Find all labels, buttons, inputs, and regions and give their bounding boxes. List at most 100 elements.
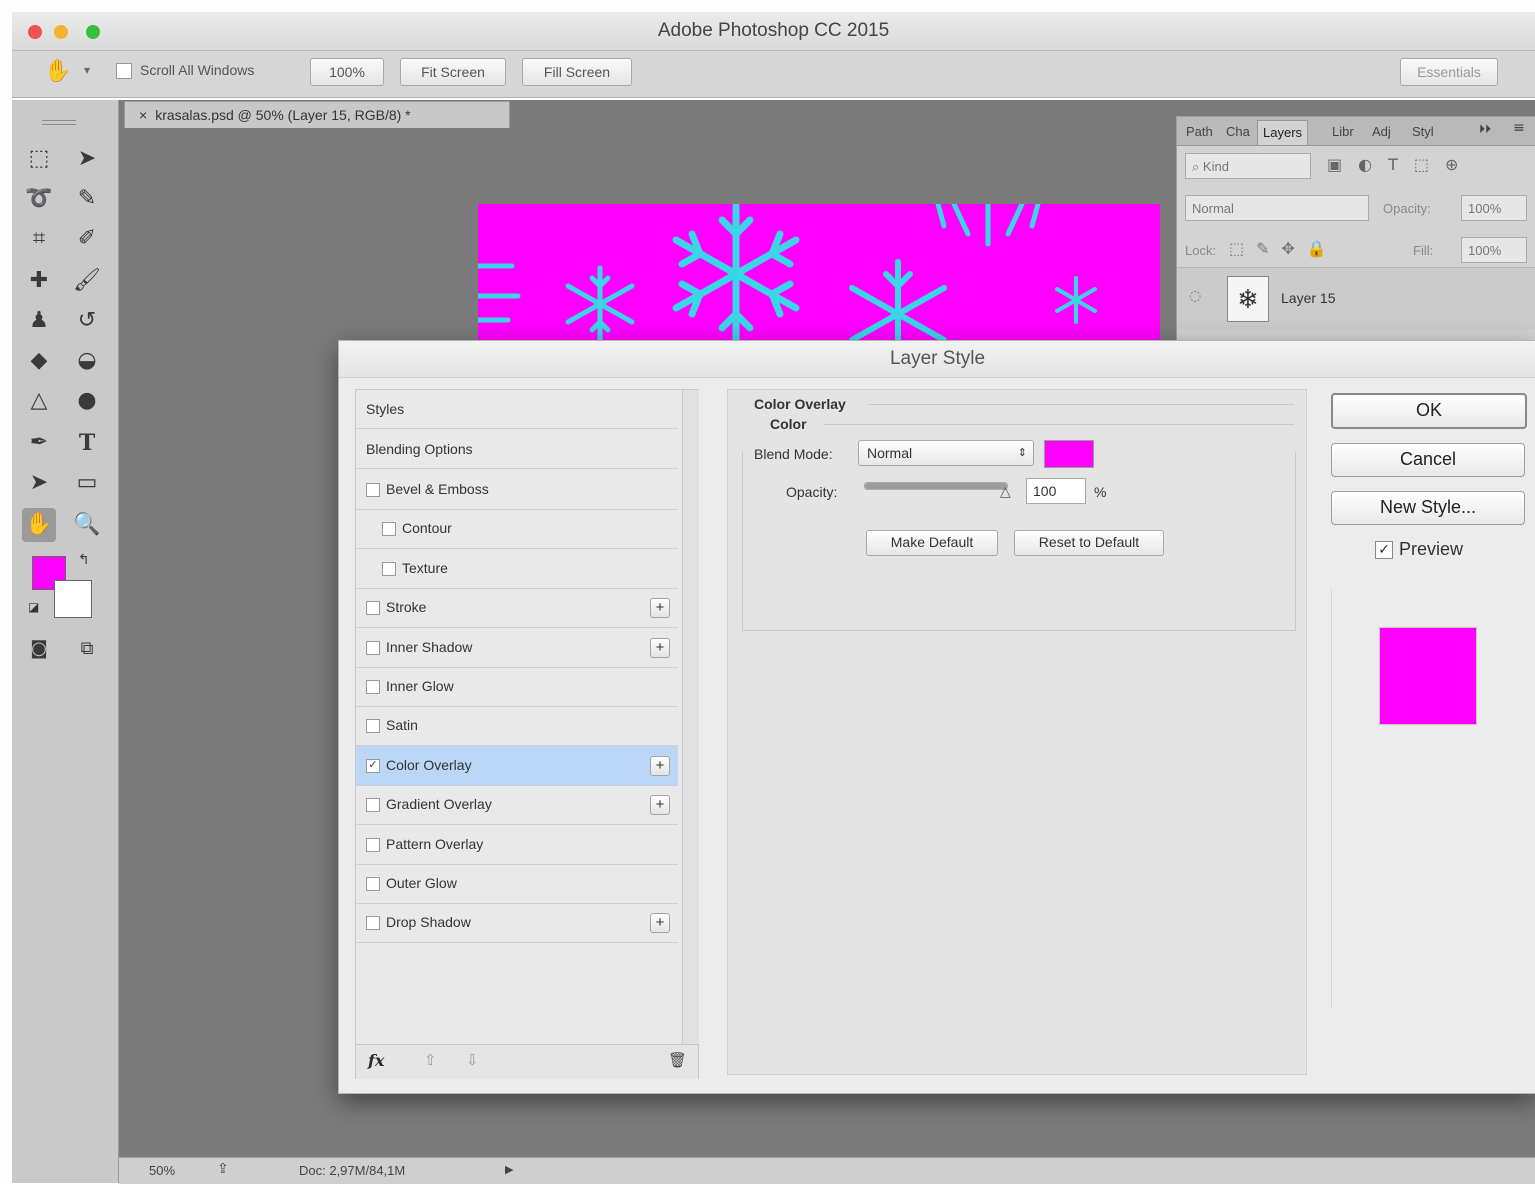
new-style-button[interactable]: New Style... (1331, 491, 1525, 525)
tab-channels[interactable]: Cha (1221, 120, 1255, 144)
healing-brush-tool-icon[interactable]: ✚ (22, 264, 56, 298)
style-item-inner-shadow[interactable]: Inner Shadow + (356, 628, 678, 668)
style-checkbox[interactable] (366, 798, 380, 813)
tab-layers[interactable]: Layers (1257, 120, 1309, 145)
lasso-tool-icon[interactable]: ➰ (22, 182, 56, 216)
style-item-outer-glow[interactable]: Outer Glow (356, 864, 678, 904)
style-checkbox[interactable] (366, 601, 380, 616)
swap-colors-icon[interactable]: ↰ (78, 552, 90, 568)
rectangle-tool-icon[interactable]: ▭ (70, 466, 104, 500)
crop-tool-icon[interactable]: ⌗ (22, 222, 56, 256)
style-item-pattern-overlay[interactable]: Pattern Overlay (356, 825, 678, 865)
style-checkbox[interactable] (366, 640, 380, 655)
add-style-instance-icon[interactable]: + (650, 637, 670, 658)
styles-header[interactable]: Styles (356, 390, 678, 429)
style-item-bevel-emboss[interactable]: Bevel & Emboss (356, 470, 678, 510)
type-tool-icon[interactable]: T (70, 426, 104, 460)
blending-options-item[interactable]: Blending Options (356, 430, 678, 469)
toolbox-grip[interactable] (42, 120, 76, 125)
trash-icon[interactable]: 🗑 (668, 1051, 687, 1069)
layer-fill-input[interactable]: 100% (1461, 237, 1527, 263)
style-checkbox[interactable] (366, 916, 380, 931)
status-menu-arrow-icon[interactable]: ▶ (505, 1163, 513, 1176)
document-tab[interactable]: × krasalas.psd @ 50% (Layer 15, RGB/8) * (124, 101, 510, 128)
style-item-color-overlay[interactable]: ✓ Color Overlay + (356, 745, 678, 786)
screen-mode-icon[interactable]: ⧉ (70, 632, 104, 666)
opacity-slider-thumb-icon[interactable]: △ (1000, 484, 1011, 500)
add-style-instance-icon[interactable]: + (650, 598, 670, 619)
layer-row[interactable]: ◌ ❄ Layer 15 (1177, 267, 1535, 330)
collapse-panel-icon[interactable]: ⏵⏵ (1479, 122, 1491, 137)
style-checkbox[interactable] (382, 522, 396, 537)
style-checkbox[interactable] (366, 837, 380, 852)
fill-screen-button[interactable]: Fill Screen (522, 58, 632, 86)
panel-menu-icon[interactable]: ≡ (1513, 120, 1525, 136)
move-tool-icon[interactable]: ➤ (70, 142, 104, 176)
workspace-switcher[interactable]: Essentials (1400, 58, 1498, 86)
style-checkbox[interactable] (366, 877, 380, 891)
zoom-100-button[interactable]: 100% (310, 58, 384, 86)
cancel-button[interactable]: Cancel (1331, 443, 1525, 477)
zoom-tool-icon[interactable]: 🔍 (70, 508, 104, 542)
layer-filter-icons[interactable]: ▣◐T⬚⊕ (1327, 155, 1474, 174)
style-item-satin[interactable]: Satin (356, 706, 678, 747)
quick-selection-tool-icon[interactable]: ✎ (70, 182, 104, 216)
scroll-all-windows-checkbox[interactable] (116, 63, 132, 79)
lock-icons[interactable]: ⬚✎✥🔒 (1229, 239, 1339, 258)
reset-to-default-button[interactable]: Reset to Default (1014, 530, 1164, 556)
layer-name[interactable]: Layer 15 (1281, 290, 1335, 306)
dodge-tool-icon[interactable]: ● (70, 384, 104, 418)
history-brush-tool-icon[interactable]: ↺ (70, 304, 104, 338)
make-default-button[interactable]: Make Default (866, 530, 998, 556)
opacity-slider[interactable] (864, 482, 1008, 490)
clone-stamp-tool-icon[interactable]: ♟ (22, 304, 56, 338)
style-item-stroke[interactable]: Stroke + (356, 588, 678, 629)
add-style-instance-icon[interactable]: + (650, 795, 670, 816)
eraser-tool-icon[interactable]: ◆ (22, 344, 56, 378)
style-checkbox[interactable] (366, 483, 380, 497)
tab-paths[interactable]: Path (1181, 120, 1218, 144)
pen-tool-icon[interactable]: ✒ (22, 426, 56, 460)
style-item-gradient-overlay[interactable]: Gradient Overlay + (356, 785, 678, 826)
hand-tool-button-icon[interactable]: ✋ (22, 508, 56, 542)
tool-preset-chevron-icon[interactable]: ▾ (84, 63, 90, 77)
tab-adjustments[interactable]: Adj (1367, 120, 1396, 144)
layer-kind-filter[interactable]: ⌕ Kind (1185, 153, 1311, 179)
fx-menu-icon[interactable]: fx (368, 1051, 384, 1070)
paint-bucket-tool-icon[interactable]: ◒ (70, 344, 104, 378)
opacity-input[interactable]: 100 (1026, 478, 1086, 504)
close-document-icon[interactable]: × (139, 107, 147, 123)
style-checkbox[interactable] (366, 680, 380, 694)
fit-screen-button[interactable]: Fit Screen (400, 58, 506, 86)
style-item-drop-shadow[interactable]: Drop Shadow + (356, 903, 678, 944)
eyedropper-tool-icon[interactable]: ✐ (70, 222, 104, 256)
marquee-tool-icon[interactable]: ⬚ (22, 142, 56, 176)
tab-styles[interactable]: Styl (1407, 120, 1439, 144)
hand-tool-icon[interactable]: ✋ (44, 59, 71, 84)
style-item-inner-glow[interactable]: Inner Glow (356, 667, 678, 707)
blur-tool-icon[interactable]: △ (22, 384, 56, 418)
style-checkbox[interactable] (382, 561, 396, 576)
share-icon[interactable]: ⇪ (217, 1161, 229, 1177)
style-item-contour[interactable]: Contour (356, 509, 678, 550)
style-item-texture[interactable]: Texture (356, 549, 678, 589)
background-color-swatch[interactable] (54, 580, 92, 618)
add-style-instance-icon[interactable]: + (650, 755, 670, 776)
brush-tool-icon[interactable]: 🖌 (70, 264, 104, 298)
move-up-icon[interactable]: ⇧ (424, 1051, 437, 1069)
overlay-color-swatch[interactable] (1044, 440, 1094, 468)
tab-libraries[interactable]: Libr (1327, 120, 1359, 144)
blend-mode-select[interactable]: Normal ⇕ (858, 440, 1034, 466)
style-checkbox[interactable] (366, 719, 380, 734)
document-canvas[interactable] (478, 204, 1160, 344)
default-colors-icon[interactable]: ◪ (28, 600, 39, 614)
layer-blend-mode-select[interactable]: Normal (1185, 195, 1369, 221)
layer-visibility-icon[interactable]: ◌ (1189, 288, 1201, 304)
add-style-instance-icon[interactable]: + (650, 913, 670, 934)
style-checkbox[interactable]: ✓ (366, 758, 380, 773)
path-selection-tool-icon[interactable]: ➤ (22, 466, 56, 500)
move-down-icon[interactable]: ⇩ (466, 1051, 479, 1069)
ok-button[interactable]: OK (1331, 393, 1527, 429)
layer-opacity-input[interactable]: 100% (1461, 195, 1527, 221)
styles-scrollbar[interactable] (682, 390, 699, 1044)
